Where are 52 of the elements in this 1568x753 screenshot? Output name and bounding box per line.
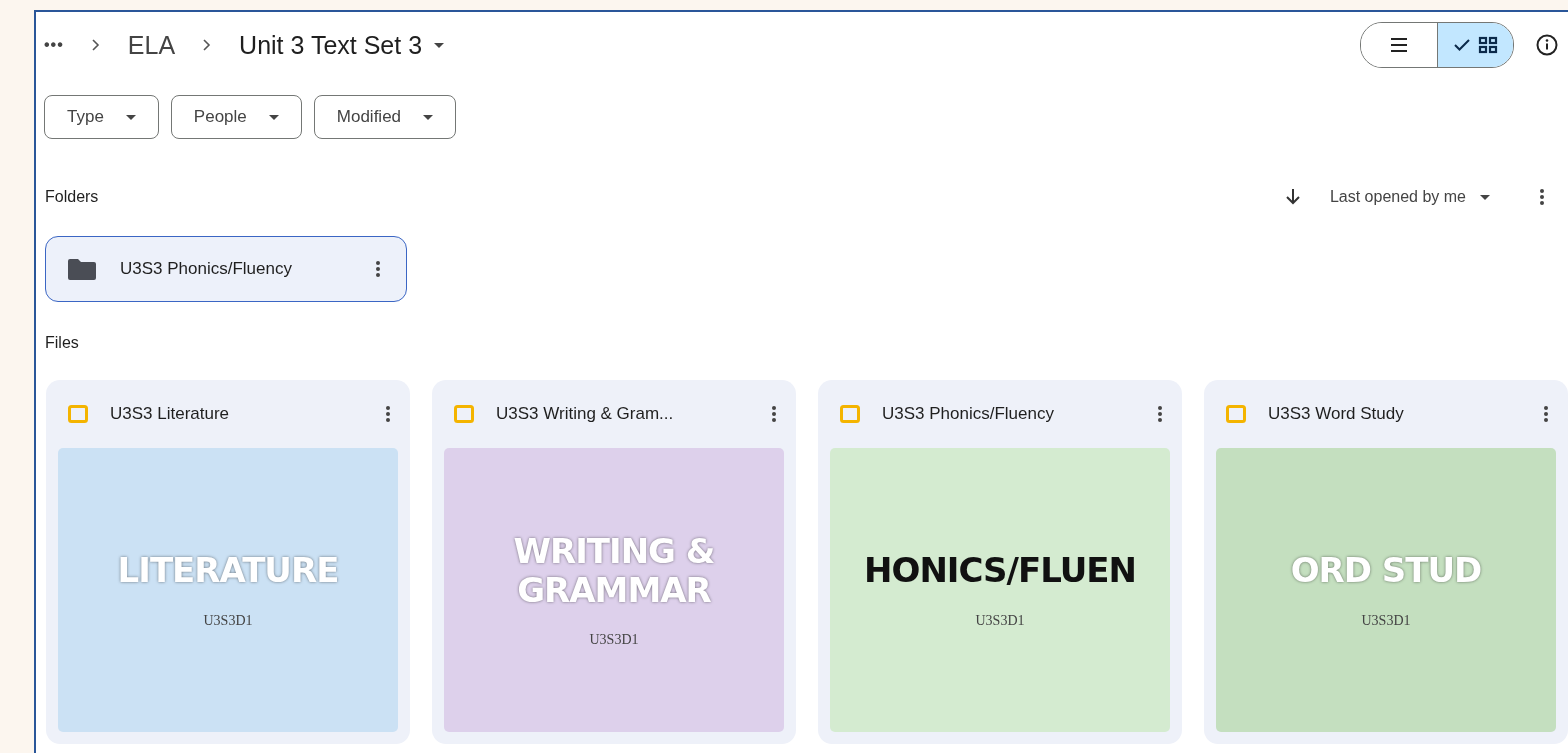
caret-icon [1480, 194, 1490, 200]
filter-chip[interactable]: People [170, 95, 302, 139]
more-icon[interactable] [386, 405, 390, 423]
section-heading: Folders [45, 188, 100, 206]
file-card[interactable]: U3S3 Writing & Gram... WRITING & GRAMMAR U3S3D1 [432, 380, 796, 744]
slide-title: LITERATURE [117, 551, 339, 591]
file-name: U3S3 Word Study [1268, 404, 1405, 424]
slides-icon [840, 405, 860, 423]
slides-icon [68, 405, 88, 423]
breadcrumb[interactable]: ELA [127, 30, 176, 60]
slide-title: HONICS/FLUEN [864, 551, 1136, 591]
slides-icon [1226, 405, 1246, 423]
filter-chip[interactable]: Modified [313, 95, 457, 139]
slide-code: U3S3D1 [589, 632, 639, 649]
breadcrumb[interactable]: Unit 3 Text Set 3 [239, 30, 445, 60]
list-icon [1390, 38, 1408, 52]
grid-icon [1477, 36, 1498, 54]
chevron-icon [91, 39, 100, 51]
caret-icon [125, 114, 136, 120]
more-icon[interactable] [1158, 405, 1162, 423]
caret-icon [423, 114, 434, 120]
check-icon [1453, 39, 1470, 51]
more-icon[interactable] [1544, 405, 1548, 423]
slide-code: U3S3D1 [203, 612, 253, 629]
folder-icon [68, 258, 96, 280]
file-card[interactable]: U3S3 Literature LITERATURE U3S3D1 [46, 380, 410, 744]
file-name: U3S3 Literature [110, 404, 231, 424]
folder-name: U3S3 Phonics/Fluency [120, 259, 293, 279]
slide-code: U3S3D1 [975, 612, 1025, 629]
file-name: U3S3 Phonics/Fluency [882, 404, 1055, 424]
slides-icon [454, 405, 474, 423]
slide-code: U3S3D1 [1361, 612, 1411, 629]
slide-title: GRAMMAR [517, 571, 711, 611]
slide-title: ORD STUD [1290, 551, 1482, 591]
sort-direction-icon[interactable] [1285, 189, 1300, 205]
more-icon[interactable] [1540, 188, 1544, 206]
more-icon[interactable] [376, 260, 380, 278]
caret-icon [268, 114, 279, 120]
more-path-button[interactable]: ••• [44, 36, 64, 54]
folder-item[interactable]: U3S3 Phonics/Fluency [45, 236, 407, 302]
file-name: U3S3 Writing & Gram... [496, 404, 675, 424]
filter-chip[interactable]: Type [44, 95, 159, 139]
sort-menu[interactable]: Last opened by me [1329, 188, 1490, 206]
caret-icon [434, 42, 445, 48]
info-icon[interactable] [1536, 34, 1558, 56]
view-toggle-button[interactable] [1437, 23, 1513, 67]
section-heading: Files [44, 333, 80, 353]
file-card[interactable]: U3S3 Phonics/Fluency HONICS/FLUEN U3S3D1 [818, 380, 1182, 744]
more-icon[interactable] [772, 405, 776, 423]
file-card[interactable]: U3S3 Word Study ORD STUD U3S3D1 [1204, 380, 1568, 744]
slide-title: WRITING & [513, 531, 715, 571]
chevron-icon [203, 39, 212, 51]
